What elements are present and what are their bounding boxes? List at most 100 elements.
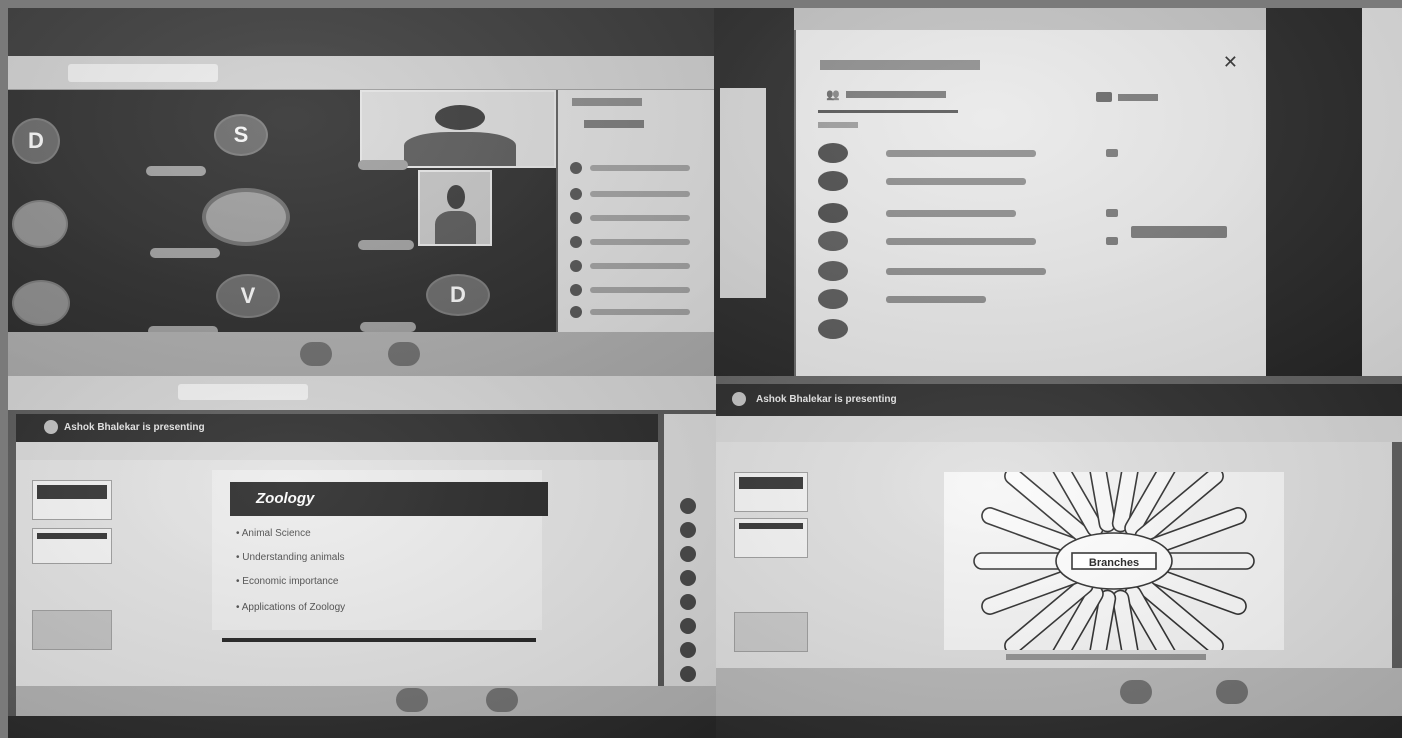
people-row[interactable] (570, 162, 690, 174)
slide-thumbnail[interactable] (734, 612, 808, 652)
mic-icon[interactable] (396, 688, 428, 712)
photo-meeting-details: ✕ 👥 (714, 8, 1402, 376)
slide-thumbnail[interactable] (734, 472, 808, 512)
background-wall (1362, 8, 1402, 376)
call-controls-bar (716, 668, 1402, 716)
camera-icon[interactable] (388, 342, 420, 366)
slides-editor: Branches (716, 422, 1392, 700)
mic-icon[interactable] (300, 342, 332, 366)
participant-avatar (680, 618, 696, 634)
participant-photo-avatar (12, 200, 68, 248)
slide-bullet: • Economic importance (236, 576, 339, 587)
people-side-panel (664, 414, 716, 714)
slide-canvas: Zoology • Animal Science • Understanding… (212, 470, 548, 630)
participant-name-chip (360, 322, 416, 332)
photo-collage: D S V D ✕ 👥 Ashok Bhalekar is presenting… (0, 0, 1402, 738)
photo-video-call-grid: D S V D (8, 8, 714, 376)
slide-thumbnail[interactable] (32, 480, 112, 520)
chat-icon (1096, 92, 1112, 102)
people-row[interactable] (570, 260, 690, 272)
tab-people[interactable]: 👥 (826, 88, 946, 101)
participant-name-chip (146, 166, 206, 176)
participant-name-chip (358, 240, 414, 250)
participant-avatar: S (214, 114, 268, 156)
meeting-details-panel: ✕ 👥 (796, 30, 1266, 376)
slide-thumbnail[interactable] (32, 610, 112, 650)
photo-zoology-slide: Ashok Bhalekar is presenting Zoology • A… (8, 376, 716, 738)
participant-avatar (680, 498, 696, 514)
participant-initial: S (233, 122, 249, 147)
browser-top-strip (794, 8, 1266, 30)
participant-avatar (680, 546, 696, 562)
participant-camera-feed (360, 90, 556, 168)
tab-people-label (845, 91, 946, 98)
people-side-panel (558, 90, 714, 332)
slide-canvas: Branches (944, 422, 1284, 700)
presenting-banner: Ashok Bhalekar is presenting (716, 384, 1402, 416)
panel-heading (572, 98, 642, 106)
people-icon: 👥 (826, 89, 840, 101)
mic-icon[interactable] (1120, 680, 1152, 704)
camera-icon[interactable] (486, 688, 518, 712)
browser-tab-bar (8, 56, 714, 90)
people-row[interactable] (570, 236, 690, 248)
add-people-link[interactable] (584, 120, 644, 128)
browser-tab[interactable] (178, 384, 308, 400)
branches-flower-diagram: Branches (973, 422, 1255, 700)
slide-thumbnail[interactable] (734, 518, 808, 558)
participant-camera-feed (418, 170, 492, 246)
participant-name-chip (150, 248, 220, 258)
monitor-bezel (1266, 8, 1362, 376)
people-row[interactable] (570, 284, 690, 296)
monitor-bezel (8, 8, 714, 56)
participant-avatar (680, 642, 696, 658)
browser-tab[interactable] (68, 64, 218, 82)
participant-name-chip (358, 160, 408, 170)
panel-title (820, 60, 980, 70)
active-tab-indicator (818, 110, 958, 113)
call-controls-bar (16, 686, 716, 716)
close-icon[interactable]: ✕ (1223, 52, 1238, 73)
participant-photo-avatar (202, 188, 290, 246)
participant-avatar: V (216, 274, 280, 318)
participant-initial: V (240, 283, 256, 308)
presenter-avatar (732, 392, 746, 406)
person-row[interactable] (818, 260, 1238, 282)
person-row[interactable] (818, 202, 1238, 224)
slides-editor: Zoology • Animal Science • Understanding… (16, 460, 658, 686)
slide-bullet: • Applications of Zoology (236, 602, 346, 613)
participant-avatar: D (12, 118, 60, 164)
presenter-avatar (44, 420, 58, 434)
person-row[interactable] (818, 318, 1238, 340)
slide-thumbnail[interactable] (32, 528, 112, 564)
slide-bottom-rule (222, 638, 536, 642)
slides-toolbar (16, 442, 658, 460)
participant-grid: D S V D (8, 90, 556, 336)
tab-chat[interactable] (1096, 92, 1158, 102)
browser-tab-bar (8, 376, 716, 410)
people-row[interactable] (570, 306, 690, 318)
diagram-center-label: Branches (1089, 557, 1139, 569)
os-taskbar (8, 716, 716, 738)
people-row[interactable] (570, 188, 690, 200)
participant-avatar (680, 594, 696, 610)
participant-avatar: D (426, 274, 490, 316)
hover-tooltip (1131, 226, 1227, 238)
participant-initial: D (450, 282, 466, 307)
slide-bullet: • Understanding animals (236, 552, 345, 563)
slides-toolbar (716, 416, 1402, 442)
participant-avatar (680, 570, 696, 586)
participant-photo-avatar (12, 280, 70, 326)
call-controls-bar (8, 332, 714, 376)
person-row[interactable] (818, 142, 1238, 164)
presenting-text: Ashok Bhalekar is presenting (64, 422, 205, 433)
camera-icon[interactable] (1216, 680, 1248, 704)
participant-avatar (680, 522, 696, 538)
slide-bullet: • Animal Science (236, 528, 311, 539)
os-taskbar (716, 716, 1402, 738)
person-row[interactable] (818, 170, 1238, 192)
people-row[interactable] (570, 212, 690, 224)
person-row[interactable] (818, 288, 1238, 310)
presenting-text: Ashok Bhalekar is presenting (756, 394, 897, 405)
tab-chat-label (1118, 93, 1158, 101)
